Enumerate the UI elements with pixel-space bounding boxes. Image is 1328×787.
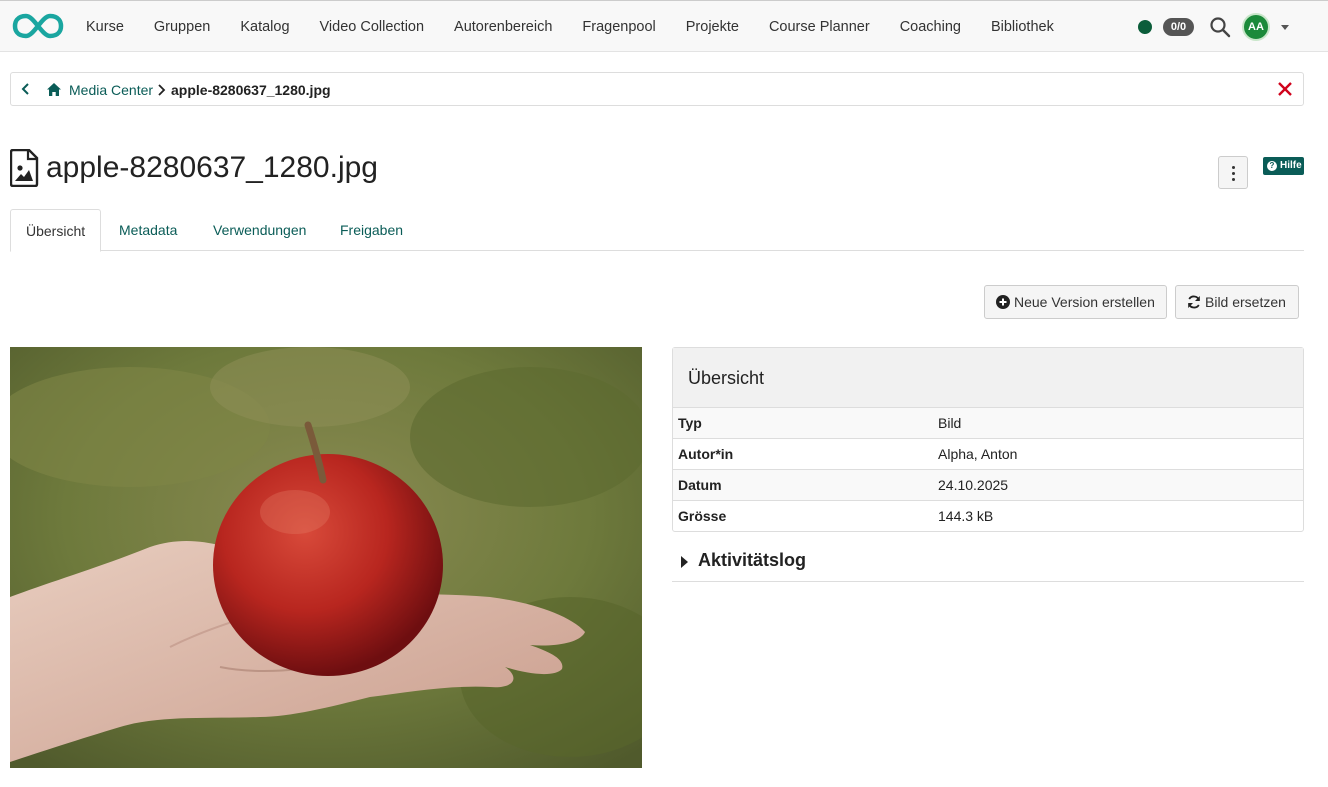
main-menu: Kurse Gruppen Katalog Video Collection A… [71, 1, 1069, 53]
activity-log-label: Aktivitätslog [698, 550, 807, 570]
row-key: Typ [678, 415, 702, 431]
tab-bar: Übersicht Metadata Verwendungen Freigabe… [10, 209, 1304, 252]
chevron-right-icon [158, 84, 166, 96]
nav-kurse[interactable]: Kurse [71, 1, 139, 53]
caret-right-icon [681, 556, 688, 568]
row-key: Datum [678, 477, 722, 493]
nav-fragenpool[interactable]: Fragenpool [567, 1, 670, 53]
file-image-icon [10, 149, 39, 187]
logo-infinity-icon[interactable] [12, 13, 64, 39]
plus-circle-icon [996, 295, 1010, 309]
overview-panel: Übersicht Typ Bild Autor*in Alpha, Anton… [672, 347, 1304, 532]
tab-freigaben[interactable]: Freigaben [325, 209, 418, 251]
top-navigation: Kurse Gruppen Katalog Video Collection A… [0, 0, 1328, 52]
nav-projekte[interactable]: Projekte [671, 1, 754, 53]
row-value: Alpha, Anton [938, 446, 1018, 462]
nav-autorenbereich[interactable]: Autorenbereich [439, 1, 567, 53]
replace-image-label: Bild ersetzen [1205, 294, 1286, 310]
search-icon[interactable] [1209, 16, 1231, 38]
row-value: 24.10.2025 [938, 477, 1009, 493]
refresh-icon [1188, 295, 1200, 309]
table-row: Autor*in Alpha, Anton [673, 439, 1303, 470]
online-status-icon[interactable] [1138, 20, 1152, 34]
nav-video-collection[interactable]: Video Collection [305, 1, 440, 53]
row-value: Bild [938, 415, 962, 431]
overview-title: Übersicht [673, 348, 1303, 408]
more-dot-icon [1232, 166, 1235, 169]
row-key: Autor*in [678, 446, 734, 462]
breadcrumb: Media Center apple-8280637_1280.jpg [10, 72, 1304, 106]
new-version-button[interactable]: Neue Version erstellen [984, 285, 1167, 319]
nav-gruppen[interactable]: Gruppen [139, 1, 225, 53]
more-dot-icon [1232, 178, 1235, 181]
table-row: Typ Bild [673, 408, 1303, 439]
tab-uebersicht[interactable]: Übersicht [10, 209, 102, 252]
user-avatar[interactable]: AA [1242, 13, 1270, 41]
table-row: Datum 24.10.2025 [673, 470, 1303, 501]
tab-verwendungen[interactable]: Verwendungen [198, 209, 321, 251]
question-icon: ? [1267, 161, 1277, 171]
help-button[interactable]: ? Hilfe [1263, 157, 1304, 175]
nav-coaching[interactable]: Coaching [885, 1, 976, 53]
chevron-left-icon[interactable] [19, 82, 33, 96]
breadcrumb-media-center[interactable]: Media Center [69, 73, 153, 107]
activity-log-toggle[interactable]: Aktivitätslog [672, 545, 1304, 582]
tab-metadata[interactable]: Metadata [104, 209, 192, 251]
home-icon[interactable] [46, 82, 62, 97]
nav-bibliothek[interactable]: Bibliothek [976, 1, 1069, 53]
more-actions-button[interactable] [1218, 156, 1248, 189]
help-label: Hilfe [1280, 160, 1302, 171]
table-row: Grösse 144.3 kB [673, 501, 1303, 532]
new-version-label: Neue Version erstellen [1014, 294, 1155, 310]
page-title: apple-8280637_1280.jpg [46, 151, 378, 184]
nav-course-planner[interactable]: Course Planner [754, 1, 885, 53]
image-preview [10, 347, 642, 768]
close-icon[interactable] [1277, 81, 1293, 97]
more-dot-icon [1232, 172, 1235, 175]
nav-katalog[interactable]: Katalog [225, 1, 304, 53]
breadcrumb-current: apple-8280637_1280.jpg [171, 82, 331, 98]
replace-image-button[interactable]: Bild ersetzen [1175, 285, 1299, 319]
row-key: Grösse [678, 508, 727, 524]
notification-count-badge[interactable]: 0/0 [1163, 18, 1194, 36]
row-value: 144.3 kB [938, 508, 994, 524]
chevron-down-icon[interactable] [1281, 25, 1289, 30]
